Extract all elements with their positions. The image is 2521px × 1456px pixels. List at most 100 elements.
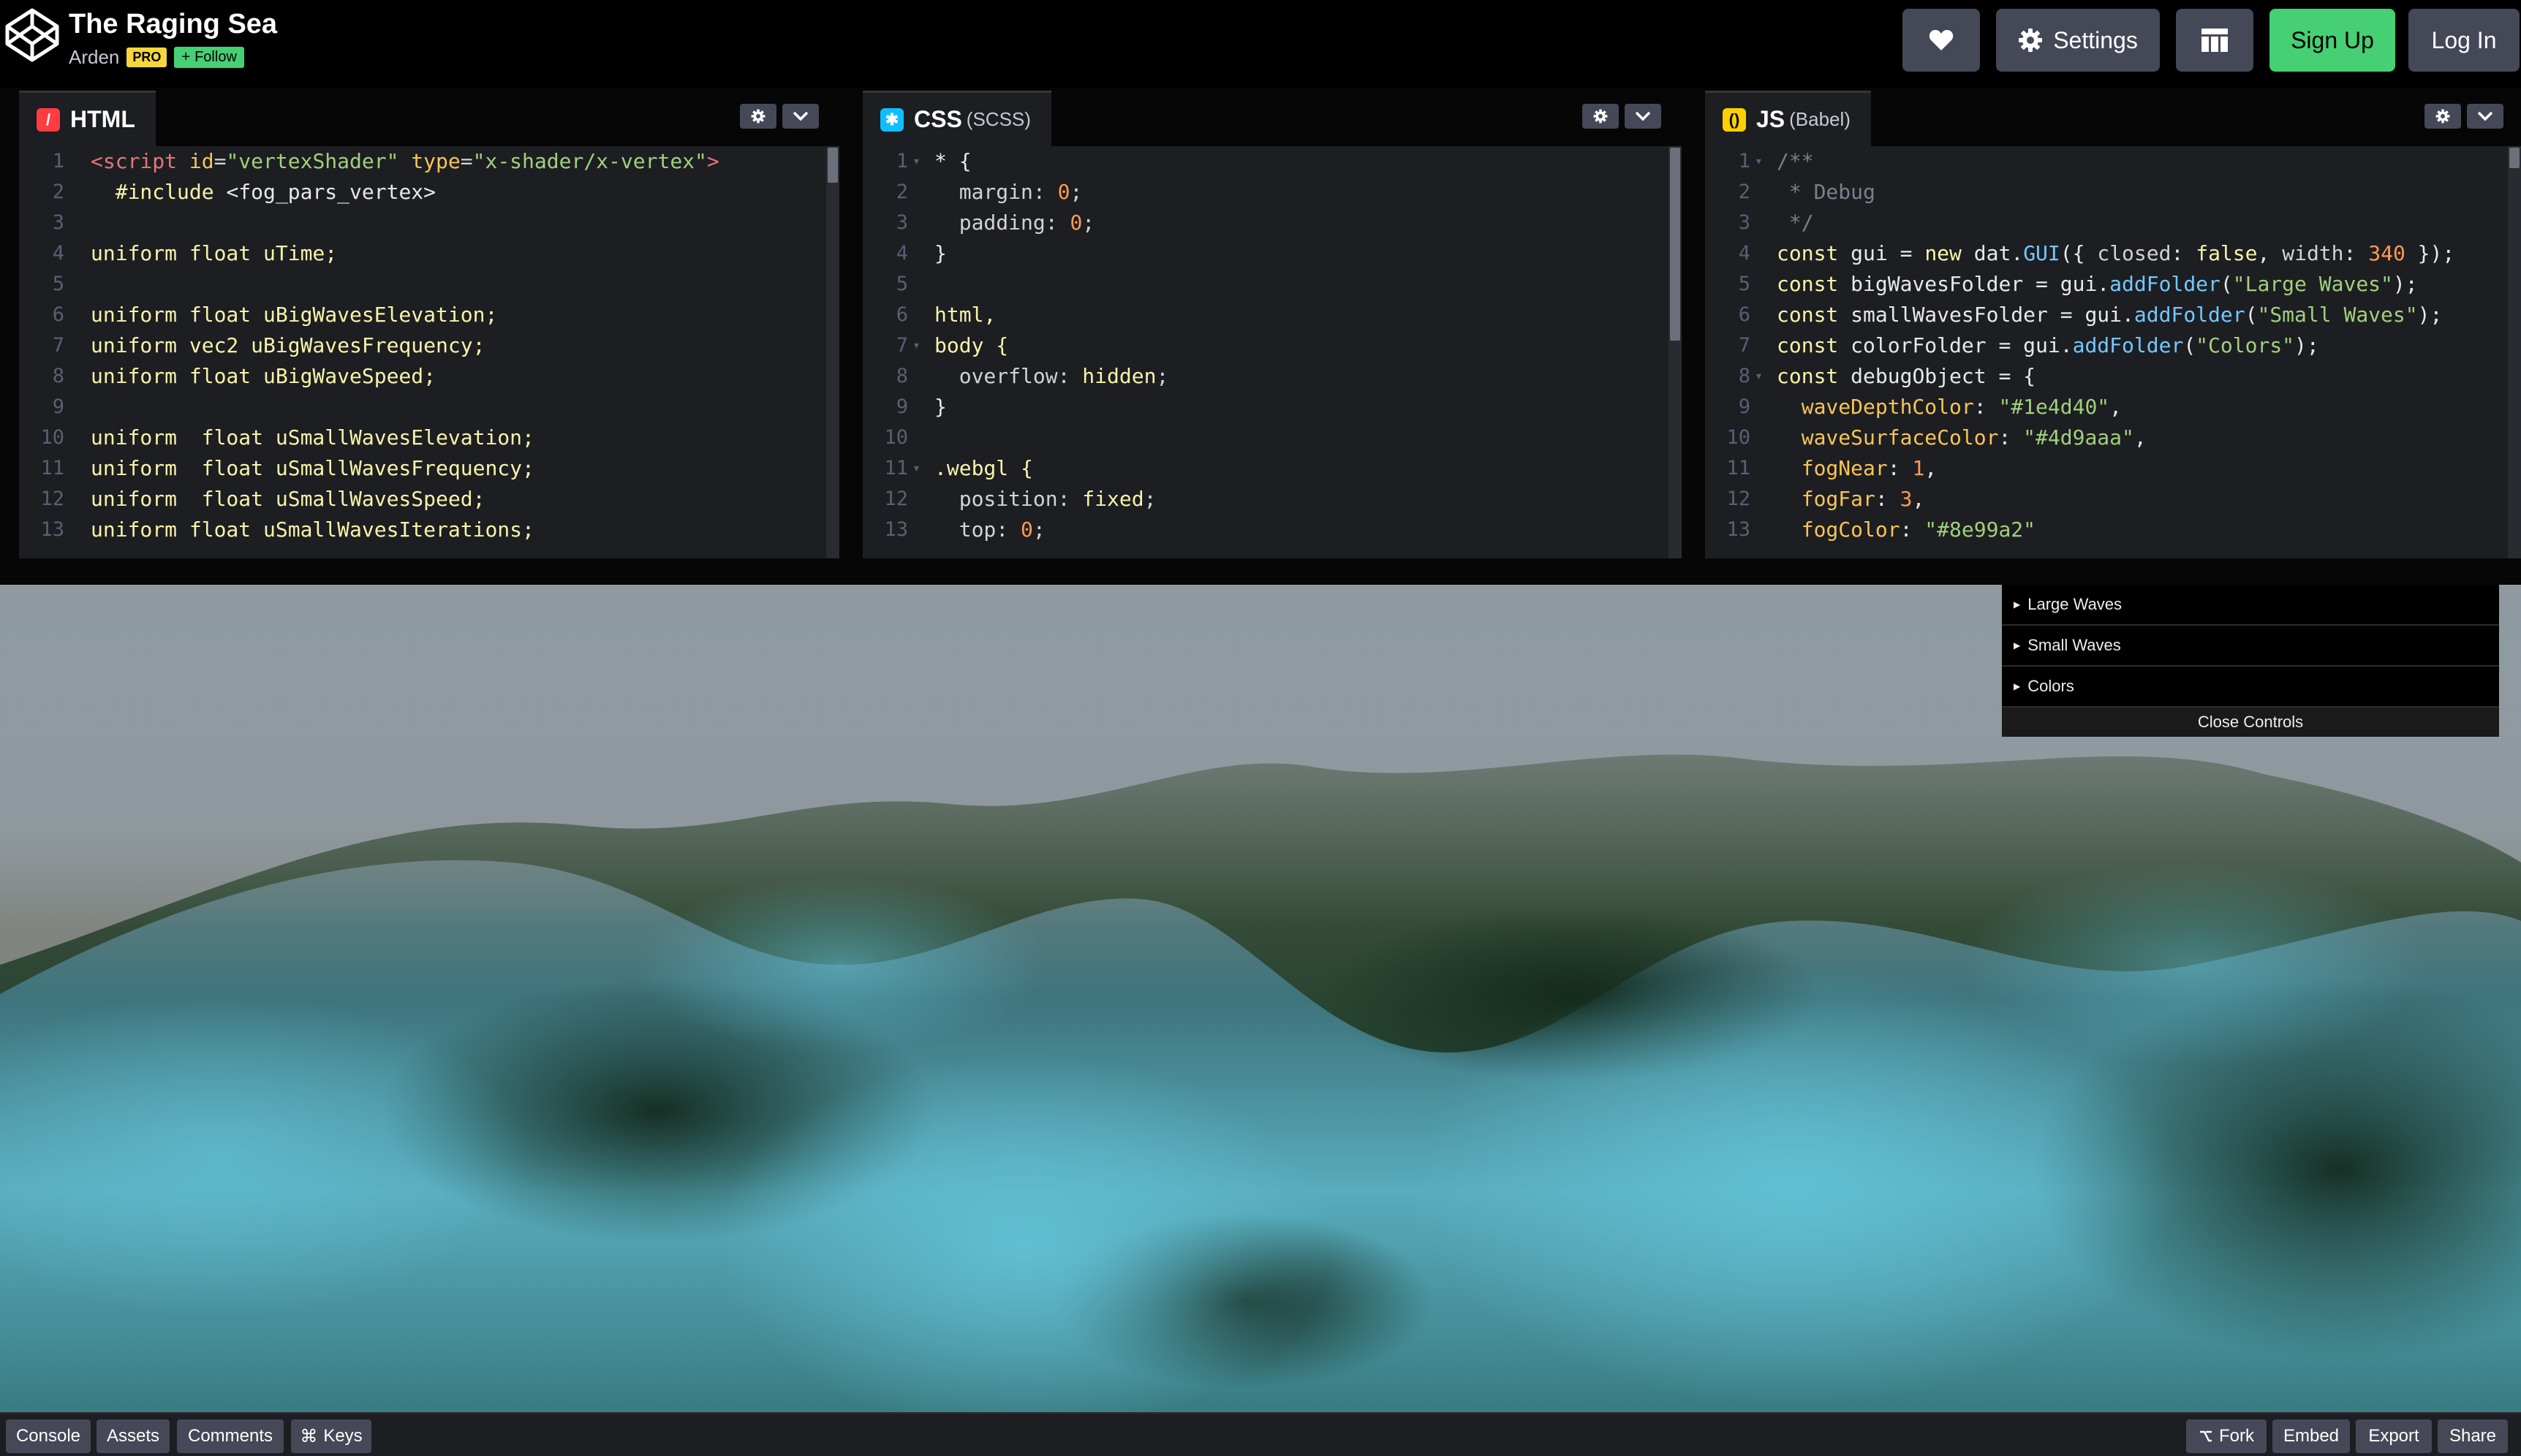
author-name[interactable]: Arden (69, 46, 119, 69)
html-code[interactable]: 1 <script id="vertexShader" type="x-shade… (19, 146, 839, 558)
js-scrollbar[interactable] (2508, 146, 2521, 558)
layout-grid-icon (2201, 29, 2228, 52)
code-line[interactable]: 8 ▾ const debugObject = { (1705, 361, 2521, 392)
heart-icon (1929, 30, 1954, 50)
caret-right-icon: ▶ (2014, 681, 2021, 691)
css-editor-controls (1582, 104, 1661, 129)
code-line[interactable]: 6 html, (863, 300, 1682, 330)
js-code[interactable]: 1 ▾/** 2 * Debug 3 */ 4 const gui = new da… (1705, 146, 2521, 558)
gui-folder-large-waves[interactable]: ▶ Large Waves (2002, 585, 2499, 626)
code-line[interactable]: 4 uniform float uTime; (19, 238, 839, 269)
code-line[interactable]: 10 waveSurfaceColor: "#4d9aaa", (1705, 422, 2521, 453)
code-line[interactable]: 4} (863, 238, 1682, 269)
pen-title[interactable]: The Raging Sea (69, 9, 277, 40)
code-line[interactable]: 8 uniform float uBigWaveSpeed; (19, 361, 839, 392)
code-line[interactable]: 9} (863, 392, 1682, 422)
layout-button[interactable] (2176, 9, 2253, 72)
code-line[interactable]: 6 const smallWavesFolder = gui.addFolder(… (1705, 300, 2521, 330)
fork-button[interactable]: Fork (2186, 1419, 2267, 1453)
code-line[interactable]: 4 const gui = new dat.GUI({ closed: false… (1705, 238, 2521, 269)
js-editor-controls (2424, 104, 2503, 129)
css-scrollbar[interactable] (1668, 146, 1682, 558)
code-line[interactable]: 11 fogNear: 1, (1705, 453, 2521, 484)
code-line[interactable]: 13 uniform float uSmallWavesIterations; (19, 515, 839, 545)
code-line[interactable]: 12 uniform float uSmallWavesSpeed; (19, 484, 839, 515)
gui-folder-small-waves[interactable]: ▶ Small Waves (2002, 626, 2499, 667)
code-line[interactable]: 5 (863, 269, 1682, 300)
code-line[interactable]: 3 */ (1705, 208, 2521, 238)
code-line[interactable]: 2 margin: 0; (863, 177, 1682, 208)
gui-folder-label: Colors (2027, 677, 2074, 695)
chevron-down-icon (1635, 111, 1651, 121)
keys-label: Keys (323, 1426, 363, 1446)
code-line[interactable]: 12 position: fixed; (863, 484, 1682, 515)
code-line[interactable]: 2 #include <fog_pars_vertex> (19, 177, 839, 208)
js-collapse-button[interactable] (2467, 104, 2503, 129)
gear-icon (751, 109, 766, 124)
code-line[interactable]: 13 fogColor: "#8e99a2" (1705, 515, 2521, 545)
js-settings-button[interactable] (2424, 104, 2461, 129)
settings-button[interactable]: Settings (1996, 9, 2160, 72)
code-line[interactable]: 5 (19, 269, 839, 300)
chevron-down-icon (2477, 111, 2493, 121)
embed-button[interactable]: Embed (2272, 1419, 2350, 1453)
follow-button[interactable]: + Follow (174, 46, 244, 68)
sign-up-button[interactable]: Sign Up (2269, 9, 2395, 72)
code-line[interactable]: 10 uniform float uSmallWavesElevation; (19, 422, 839, 453)
code-line[interactable]: 12 fogFar: 3, (1705, 484, 2521, 515)
caret-right-icon: ▶ (2014, 599, 2021, 610)
heart-button[interactable] (1902, 9, 1980, 72)
code-line[interactable]: 8 overflow: hidden; (863, 361, 1682, 392)
follow-label: Follow (194, 48, 237, 65)
keys-button[interactable]: ⌘ Keys (291, 1419, 371, 1453)
css-editor: ✱ CSS (SCSS) 1 ▾ * { 2 margin: 0; 3 paddin… (863, 88, 1682, 558)
preview-pane[interactable]: ▶ Large Waves ▶ Small Waves ▶ Colors Clo… (0, 585, 2521, 1412)
code-line[interactable]: 10 (863, 422, 1682, 453)
share-button[interactable]: Share (2438, 1419, 2508, 1453)
code-line[interactable]: 5 const bigWavesFolder = gui.addFolder("L… (1705, 269, 2521, 300)
tab-css-label: CSS (914, 106, 962, 132)
html-scrollbar[interactable] (826, 146, 839, 558)
code-line[interactable]: 11 uniform float uSmallWavesFrequency; (19, 453, 839, 484)
code-line[interactable]: 6 uniform float uBigWavesElevation; (19, 300, 839, 330)
settings-label: Settings (2053, 26, 2138, 53)
tab-js-preprocessor: (Babel) (1789, 108, 1851, 130)
code-line[interactable]: 7 uniform vec2 uBigWavesFrequency; (19, 330, 839, 361)
close-controls-button[interactable]: Close Controls (2002, 708, 2499, 737)
code-line[interactable]: 13 top: 0; (863, 515, 1682, 545)
codepen-logo-icon[interactable] (4, 7, 60, 63)
chevron-down-icon (793, 111, 809, 121)
gui-folder-colors[interactable]: ▶ Colors (2002, 667, 2499, 708)
code-line[interactable]: 3 padding: 0; (863, 208, 1682, 238)
css-settings-button[interactable] (1582, 104, 1619, 129)
assets-button[interactable]: Assets (97, 1419, 170, 1453)
code-line[interactable]: 9 waveDepthColor: "#1e4d40", (1705, 392, 2521, 422)
code-line[interactable]: 1 <script id="vertexShader" type="x-shade… (19, 146, 839, 177)
fork-icon (2200, 1430, 2212, 1442)
code-line[interactable]: 3 (19, 208, 839, 238)
code-line[interactable]: 1 ▾ * { (863, 146, 1682, 177)
tab-css[interactable]: ✱ CSS (SCSS) (863, 91, 1051, 146)
html-collapse-button[interactable] (782, 104, 819, 129)
command-key-icon: ⌘ (300, 1426, 318, 1446)
code-line[interactable]: 7 const colorFolder = gui.addFolder("Colo… (1705, 330, 2521, 361)
js-editor: () JS (Babel) 1 ▾/** 2 * Debug 3 */ 4 cons… (1705, 88, 2521, 558)
html-icon: / (37, 107, 60, 132)
comments-button[interactable]: Comments (177, 1419, 284, 1453)
code-line[interactable]: 1 ▾/** (1705, 146, 2521, 177)
code-line[interactable]: 9 (19, 392, 839, 422)
gui-folder-label: Large Waves (2027, 595, 2123, 613)
export-button[interactable]: Export (2356, 1419, 2432, 1453)
css-code[interactable]: 1 ▾ * { 2 margin: 0; 3 padding: 0; 4} 5 6h… (863, 146, 1682, 558)
caret-right-icon: ▶ (2014, 640, 2021, 651)
log-in-button[interactable]: Log In (2408, 9, 2520, 72)
footer-bar: Console Assets Comments ⌘ Keys Fork Embe… (0, 1412, 2521, 1456)
code-line[interactable]: 2 * Debug (1705, 177, 2521, 208)
html-settings-button[interactable] (740, 104, 776, 129)
code-line[interactable]: 11 ▾ .webgl { (863, 453, 1682, 484)
console-button[interactable]: Console (6, 1419, 91, 1453)
css-collapse-button[interactable] (1625, 104, 1661, 129)
code-line[interactable]: 7 ▾ body { (863, 330, 1682, 361)
tab-html[interactable]: / HTML (19, 91, 156, 146)
tab-js[interactable]: () JS (Babel) (1705, 91, 1871, 146)
